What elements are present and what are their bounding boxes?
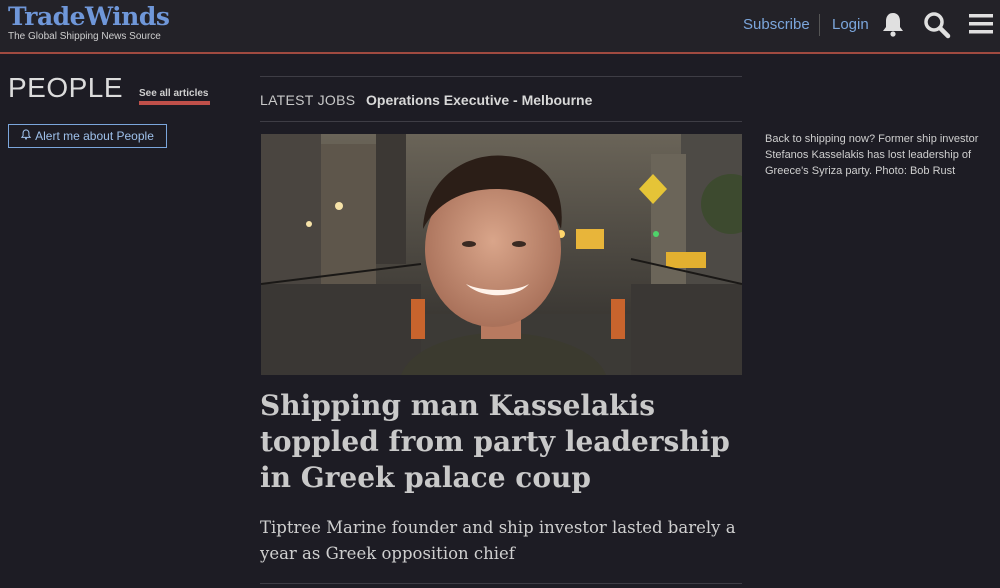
section-title: PEOPLE [8,72,124,103]
see-all-articles-link[interactable]: See all articles [139,88,209,99]
alert-me-button[interactable]: Alert me about People [8,124,167,148]
nav-divider [819,14,820,36]
article-standfirst: Tiptree Marine founder and ship investor… [260,518,736,563]
search-icon[interactable] [923,11,951,44]
divider [260,121,742,122]
login-link[interactable]: Login [832,16,869,33]
bell-icon[interactable] [881,11,905,42]
divider [260,583,742,584]
hero-image[interactable] [261,134,742,375]
see-all-underline [139,101,210,105]
bell-icon [20,129,32,143]
site-header: TradeWinds The Global Shipping News Sour… [0,0,1000,54]
menu-icon[interactable] [969,13,993,40]
logo-wordmark: TradeWinds [8,2,170,31]
article-headline[interactable]: Shipping man Kasselakis toppled from par… [260,388,750,496]
latest-jobs-label: LATEST JOBS [260,92,356,108]
site-logo[interactable]: TradeWinds The Global Shipping News Sour… [8,2,170,43]
divider [260,76,742,77]
subscribe-link[interactable]: Subscribe [743,16,810,33]
logo-tagline: The Global Shipping News Source [8,31,161,42]
alert-me-label: Alert me about People [35,129,154,143]
image-caption: Back to shipping now? Former ship invest… [765,133,979,177]
latest-job-link[interactable]: Operations Executive - Melbourne [366,92,592,108]
